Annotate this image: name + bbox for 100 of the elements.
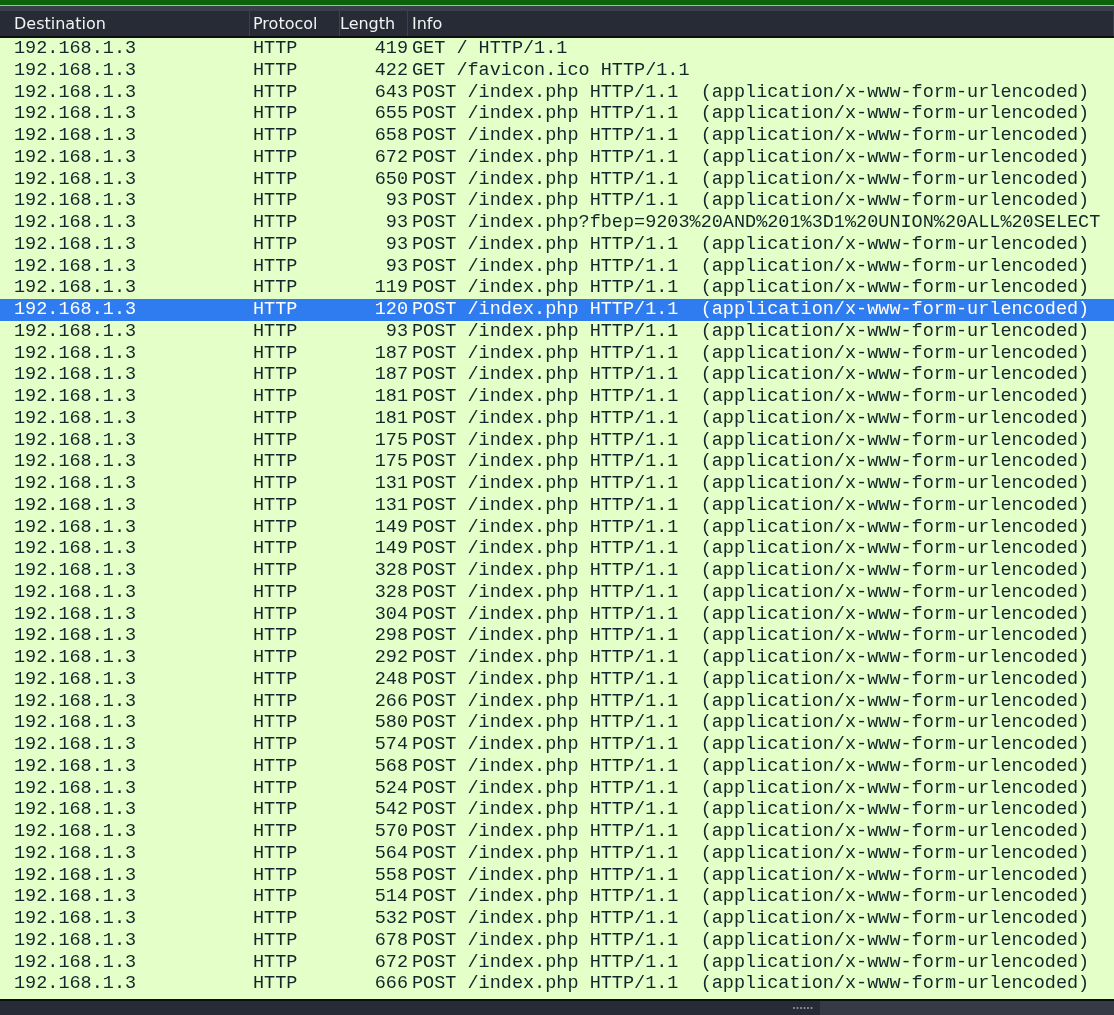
table-cell-text: HTTP: [252, 516, 299, 539]
table-cell-text: 666: [373, 973, 408, 995]
table-cell-text: 192.168.1.3: [13, 842, 138, 865]
table-cell-text: HTTP: [252, 886, 299, 908]
table-cell-text: 192.168.1.3: [13, 81, 138, 104]
table-cell-text: 192.168.1.3: [13, 734, 138, 756]
table-cell-text: HTTP: [252, 951, 299, 974]
table-cell-text: 192.168.1.3: [13, 299, 138, 321]
table-cell-text: HTTP: [252, 81, 299, 104]
table-cell-text: HTTP: [252, 712, 299, 734]
table-cell-text: POST /index.php HTTP/1.1 (application/x-www-form-urlencoded): [411, 842, 1091, 865]
table-cell-text: POST /index.php HTTP/1.1 (application/x-www-form-urlencoded): [411, 581, 1091, 604]
table-cell-text: HTTP: [252, 734, 299, 756]
table-cell-text: HTTP: [252, 277, 299, 299]
table-cell-text: 419: [373, 38, 408, 60]
table-cell-text: 192.168.1.3: [13, 581, 138, 604]
table-cell-text: 119: [373, 277, 408, 299]
table-cell-text: 292: [373, 647, 408, 669]
table-cell-text: POST /index.php HTTP/1.1 (application/x-www-form-urlencoded): [411, 755, 1091, 778]
table-cell-text: 192.168.1.3: [13, 168, 138, 191]
table-cell-text: POST /index.php HTTP/1.1 (application/x-www-form-urlencoded): [411, 929, 1091, 952]
table-cell-text: 672: [373, 146, 408, 169]
table-cell-text: HTTP: [252, 233, 299, 256]
table-cell-text: HTTP: [252, 255, 299, 278]
table-cell-text: POST /index.php HTTP/1.1 (application/x-www-form-urlencoded): [411, 473, 1091, 495]
table-cell-text: HTTP: [252, 908, 299, 930]
table-cell-text: HTTP: [252, 494, 299, 517]
table-cell-text: POST /index.php HTTP/1.1 (application/x-www-form-urlencoded): [411, 429, 1091, 452]
table-cell-text: POST /index.php HTTP/1.1 (application/x-www-form-urlencoded): [411, 233, 1091, 256]
table-cell-text: 248: [373, 668, 408, 691]
table-cell-text: HTTP: [252, 38, 299, 60]
table-cell-text: HTTP: [252, 451, 299, 473]
column-header[interactable]: Length: [340, 11, 408, 36]
table-cell-text: 192.168.1.3: [13, 886, 138, 908]
column-header[interactable]: Protocol: [250, 11, 340, 36]
table-cell-text: POST /index.php HTTP/1.1 (application/x-www-form-urlencoded): [411, 734, 1091, 756]
table-cell-text: 192.168.1.3: [13, 929, 138, 952]
table-cell-text: 655: [373, 103, 408, 125]
table-cell-text: POST /index.php HTTP/1.1 (application/x-www-form-urlencoded): [411, 146, 1091, 169]
table-cell-text: HTTP: [252, 821, 299, 843]
table-cell-text: POST /index.php HTTP/1.1 (application/x-www-form-urlencoded): [411, 494, 1091, 517]
table-cell-text: 192.168.1.3: [13, 451, 138, 473]
table-cell-text: POST /index.php HTTP/1.1 (application/x-www-form-urlencoded): [411, 451, 1091, 473]
table-cell-text: 650: [373, 168, 408, 191]
table-cell-text: 328: [373, 581, 408, 604]
table-cell-text: POST /index.php HTTP/1.1 (application/x-www-form-urlencoded): [411, 277, 1091, 299]
table-cell-text: HTTP: [252, 386, 299, 408]
table-cell-text: 192.168.1.3: [13, 799, 138, 821]
table-cell-text: HTTP: [252, 429, 299, 452]
table-cell-text: POST /index.php HTTP/1.1 (application/x-www-form-urlencoded): [411, 516, 1091, 539]
table-cell-text: 192.168.1.3: [13, 647, 138, 669]
table-cell-text: POST /index.php HTTP/1.1 (application/x-www-form-urlencoded): [411, 190, 1091, 212]
table-cell-text: 192.168.1.3: [13, 973, 138, 995]
table-cell-text: 131: [373, 473, 408, 495]
table-cell-text: 672: [373, 951, 408, 974]
table-cell-text: 192.168.1.3: [13, 212, 138, 234]
table-cell-text: 192.168.1.3: [13, 690, 138, 713]
table-cell-text: 514: [373, 886, 408, 908]
table-cell-text: 93: [384, 320, 408, 343]
table-cell-text: POST /index.php HTTP/1.1 (application/x-www-form-urlencoded): [411, 364, 1091, 386]
splitter-grip-icon[interactable]: [792, 1006, 814, 1010]
table-cell-text: 192.168.1.3: [13, 494, 138, 517]
table-cell-text: 568: [373, 755, 408, 778]
table-cell-text: 564: [373, 842, 408, 865]
table-cell-text: POST /index.php HTTP/1.1 (application/x-www-form-urlencoded): [411, 712, 1091, 734]
table-cell-text: HTTP: [252, 929, 299, 952]
table-cell-text: POST /index.php HTTP/1.1 (application/x-www-form-urlencoded): [411, 81, 1091, 104]
table-cell-text: 149: [373, 516, 408, 539]
table-cell-text: HTTP: [252, 299, 299, 321]
table-cell-text: 192.168.1.3: [13, 255, 138, 278]
column-header[interactable]: Info: [408, 11, 1114, 36]
table-cell-text: GET / HTTP/1.1: [411, 38, 569, 60]
table-cell-text: 93: [384, 212, 408, 234]
table-cell-text: 524: [373, 777, 408, 800]
table-cell-text: 192.168.1.3: [13, 407, 138, 430]
table-cell-text: HTTP: [252, 364, 299, 386]
table-cell-text: 192.168.1.3: [13, 473, 138, 495]
table-cell-text: POST /index.php HTTP/1.1 (application/x-www-form-urlencoded): [411, 603, 1091, 626]
table-cell-text: 187: [373, 364, 408, 386]
table-cell-text: 93: [384, 190, 408, 212]
column-header[interactable]: Destination: [0, 11, 250, 36]
table-cell-text: 542: [373, 799, 408, 821]
table-cell-text: 192.168.1.3: [13, 146, 138, 169]
table-cell-text: HTTP: [252, 603, 299, 626]
table-cell-text: POST /index.php HTTP/1.1 (application/x-www-form-urlencoded): [411, 777, 1091, 800]
table-cell-text: 192.168.1.3: [13, 560, 138, 582]
table-cell-text: HTTP: [252, 755, 299, 778]
table-cell-text: HTTP: [252, 799, 299, 821]
packet-row[interactable]: 192.168.1.3 HTTP 120 POST /index.php HTTP/1.1 (application/x-www-form-urlencoded): [0, 299, 1114, 321]
table-cell-text: 192.168.1.3: [13, 233, 138, 256]
table-cell-text: 328: [373, 560, 408, 582]
table-cell-text: POST /index.php?fbep=9203%20AND%201%3D1%20UNION%20ALL%20SELECT: [411, 212, 1102, 234]
table-cell-text: 192.168.1.3: [13, 755, 138, 778]
table-cell-text: 149: [373, 538, 408, 560]
table-cell-text: 658: [373, 125, 408, 147]
table-cell-text: POST /index.php HTTP/1.1 (application/x-www-form-urlencoded): [411, 625, 1091, 647]
table-cell-text: HTTP: [252, 190, 299, 212]
table-cell-text: 192.168.1.3: [13, 429, 138, 452]
table-cell-text: 120: [373, 299, 408, 321]
table-cell-text: POST /index.php HTTP/1.1 (application/x-www-form-urlencoded): [411, 799, 1091, 821]
